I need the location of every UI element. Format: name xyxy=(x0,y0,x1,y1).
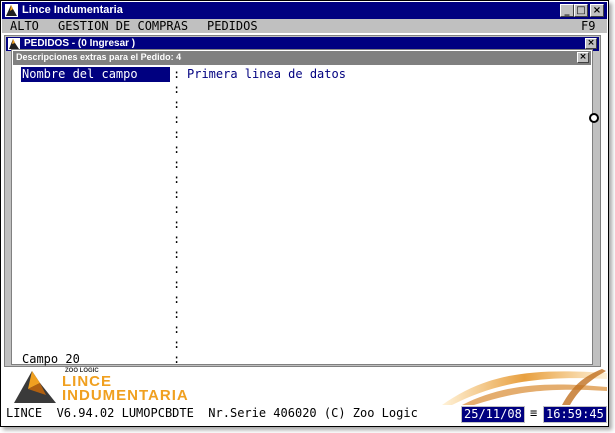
field-value[interactable]: Primera linea de datos xyxy=(187,67,346,82)
decorative-swoosh-icon xyxy=(442,369,607,405)
minimize-button[interactable]: _ xyxy=(560,4,574,17)
field-row[interactable]: : xyxy=(12,142,592,157)
field-row[interactable]: : xyxy=(12,202,592,217)
field-separator: : xyxy=(173,127,181,141)
brand-line-indumentaria: INDUMENTARIA xyxy=(62,387,189,404)
title-bar[interactable]: Lince Indumentaria _ □ × xyxy=(2,2,607,19)
field-separator: : xyxy=(173,352,181,366)
pedidos-close-button[interactable]: × xyxy=(585,38,597,49)
field-row[interactable]: : xyxy=(12,232,592,247)
field-row[interactable]: : xyxy=(12,157,592,172)
field-separator: : xyxy=(173,157,181,171)
menu-gestion-de-compras[interactable]: GESTION DE COMPRAS xyxy=(58,19,188,33)
field-row[interactable]: : xyxy=(12,292,592,307)
menu-bar: ALTO GESTION DE COMPRAS PEDIDOS F9 xyxy=(2,19,607,33)
field-row[interactable]: : xyxy=(12,247,592,262)
date-display: 25/11/08 xyxy=(461,406,525,423)
field-separator: : xyxy=(173,97,181,111)
field-separator: : xyxy=(173,187,181,201)
clock-display: 16:59:45 xyxy=(543,406,607,423)
descripciones-window-title: Descripciones extras para el Pedido: 4 xyxy=(16,52,182,62)
field-separator: : xyxy=(173,262,181,276)
field-separator: : xyxy=(173,232,181,246)
close-button[interactable]: × xyxy=(590,4,604,17)
field-separator: : xyxy=(173,172,181,186)
field-row[interactable]: : xyxy=(12,172,592,187)
field-name[interactable]: Nombre del campo xyxy=(21,67,170,82)
menu-alto[interactable]: ALTO xyxy=(10,19,39,33)
field-row[interactable]: : xyxy=(12,322,592,337)
field-separator: : xyxy=(173,217,181,231)
scroll-indicator-icon[interactable] xyxy=(589,113,599,123)
field-separator: : xyxy=(173,307,181,321)
field-separator: : xyxy=(173,247,181,261)
field-name[interactable]: Campo 20 xyxy=(21,352,170,367)
field-separator: : xyxy=(173,142,181,156)
field-row[interactable]: Campo 20: xyxy=(12,352,592,367)
field-row[interactable]: : xyxy=(12,187,592,202)
status-bar: LINCE V6.94.02 LUMOPCBDTE Nr.Serie 40602… xyxy=(2,405,607,423)
menu-shortcut-f9[interactable]: F9 xyxy=(581,19,595,33)
field-row[interactable]: : xyxy=(12,82,592,97)
field-separator: : xyxy=(173,292,181,306)
field-row[interactable]: Nombre del campo: Primera linea de datos xyxy=(12,67,592,82)
status-separator-icon: ≡ xyxy=(530,406,538,420)
field-row[interactable]: : xyxy=(12,97,592,112)
lince-head-logo-icon xyxy=(14,371,56,403)
descripciones-window: Descripciones extras para el Pedido: 4 ×… xyxy=(11,49,593,367)
descripciones-title-bar[interactable]: Descripciones extras para el Pedido: 4 × xyxy=(13,51,591,65)
version-info: LINCE V6.94.02 LUMOPCBDTE Nr.Serie 40602… xyxy=(6,406,418,420)
window-title: Lince Indumentaria xyxy=(22,4,123,16)
field-separator: : xyxy=(173,112,181,126)
maximize-button[interactable]: □ xyxy=(574,4,588,17)
field-separator: : xyxy=(173,67,181,81)
field-separator: : xyxy=(173,322,181,336)
descripciones-close-button[interactable]: × xyxy=(577,52,589,63)
field-row[interactable]: : xyxy=(12,307,592,322)
field-row[interactable]: : xyxy=(12,277,592,292)
pedidos-window-title: PEDIDOS - (0 Ingresar ) xyxy=(24,38,136,49)
field-row[interactable]: : xyxy=(12,337,592,352)
brand-banner: ZOO LOGIC LINCE INDUMENTARIA xyxy=(2,367,607,405)
field-row[interactable]: : xyxy=(12,127,592,142)
field-row[interactable]: : xyxy=(12,217,592,232)
field-separator: : xyxy=(173,82,181,96)
field-separator: : xyxy=(173,277,181,291)
field-separator: : xyxy=(173,337,181,351)
menu-pedidos[interactable]: PEDIDOS xyxy=(207,19,258,33)
field-row[interactable]: : xyxy=(12,112,592,127)
lince-app-icon[interactable] xyxy=(5,4,18,17)
field-separator: : xyxy=(173,202,181,216)
main-window: Lince Indumentaria _ □ × ALTO GESTION DE… xyxy=(0,0,609,427)
field-row[interactable]: : xyxy=(12,262,592,277)
